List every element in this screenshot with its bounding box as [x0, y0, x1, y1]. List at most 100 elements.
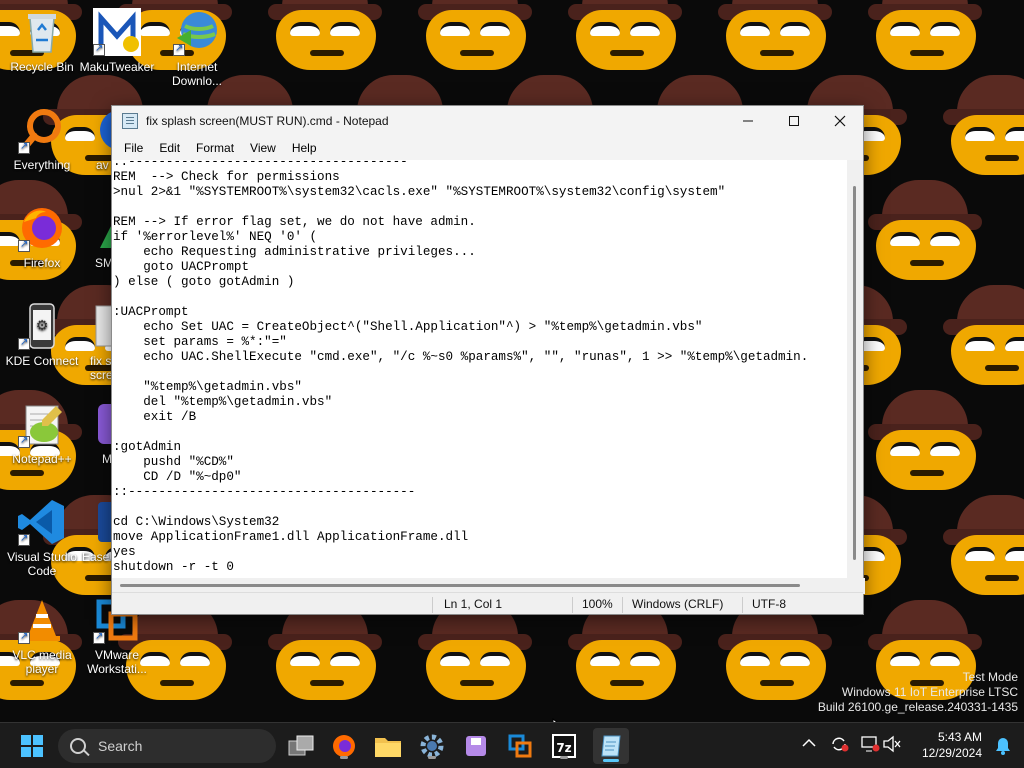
desktop-icon-vlc[interactable]: VLC media player	[0, 596, 84, 676]
close-icon	[834, 115, 846, 127]
desktop-icon-m[interactable]: M	[76, 400, 116, 466]
test-mode-watermark: Test Mode Windows 11 IoT Enterprise LTSC…	[818, 670, 1018, 715]
taskbar: Search 7z 5:43 AM 12/29/2024	[0, 722, 1024, 768]
sync-icon	[832, 737, 849, 752]
menu-file[interactable]: File	[116, 141, 151, 155]
app-icon	[466, 736, 486, 756]
desktop-icon-internet-download-manager[interactable]: Internet Downlo...	[155, 8, 239, 88]
svg-text:⚙: ⚙	[36, 318, 49, 334]
desktop-icon-label: Firefox	[23, 256, 61, 270]
wallpaper-face	[260, 0, 390, 70]
desktop-icon-recycle-bin[interactable]: Recycle Bin	[0, 8, 84, 74]
wallpaper-face	[935, 495, 1024, 595]
clock[interactable]: 5:43 AM 12/29/2024	[912, 729, 982, 761]
text-editor[interactable]: ::------------------------------------- …	[112, 160, 849, 578]
bell-icon	[996, 738, 1010, 755]
network-tray-button[interactable]	[860, 735, 880, 756]
makutweaker-icon	[93, 8, 141, 56]
desktop-icon-sm[interactable]: SM	[76, 204, 116, 270]
watermark-line: Test Mode	[962, 670, 1018, 684]
zoom-level: 100%	[582, 597, 613, 611]
magnifier-search-icon	[18, 106, 66, 154]
recycle-bin-icon	[18, 8, 66, 56]
desktop-icon-label: Everything	[13, 158, 71, 172]
internet-download-manager-icon	[173, 8, 221, 56]
encoding: UTF-8	[752, 597, 786, 611]
start-button[interactable]	[17, 731, 47, 761]
minimize-button[interactable]	[725, 106, 771, 136]
notepad-plus-plus-icon	[18, 400, 66, 448]
chevron-up-icon	[802, 738, 816, 747]
running-indicator	[428, 756, 436, 759]
taskbar-notepad[interactable]	[593, 728, 629, 764]
show-hidden-icons-button[interactable]	[802, 737, 816, 751]
desktop-icon-firefox[interactable]: Firefox	[0, 204, 84, 270]
status-divider	[742, 597, 743, 613]
desktop-icon-easeus[interactable]: EaseU PC	[76, 498, 116, 564]
title-bar[interactable]: fix splash screen(MUST RUN).cmd - Notepa…	[112, 106, 863, 136]
desktop-icon-label: MakuTweaker	[79, 60, 155, 74]
watermark-line: Build 26100.ge_release.240331-1435	[817, 700, 1018, 714]
vscode-icon	[18, 498, 66, 546]
close-button[interactable]	[817, 106, 863, 136]
desktop-icon-label: fix s scree	[90, 354, 116, 382]
search-placeholder: Search	[98, 738, 143, 754]
taskbar-app-purple[interactable]	[461, 731, 491, 761]
wallpaper-face	[860, 180, 990, 280]
vlc-cone-icon	[18, 596, 66, 644]
task-view-button[interactable]	[286, 731, 316, 761]
watermark-line: Windows 11 IoT Enterprise LTSC	[841, 685, 1018, 699]
desktop-icon-label: Internet Downlo...	[171, 60, 223, 88]
folder-icon	[375, 738, 401, 757]
taskbar-settings[interactable]	[417, 731, 447, 761]
status-bar: Ln 1, Col 1 100% Windows (CRLF) UTF-8	[112, 592, 863, 614]
desktop-icon-makutweaker[interactable]: MakuTweaker	[75, 8, 159, 74]
wallpaper-face	[410, 0, 540, 70]
windows-logo-icon	[21, 735, 43, 757]
notepad-window[interactable]: fix splash screen(MUST RUN).cmd - Notepa…	[111, 105, 865, 615]
menu-format[interactable]: Format	[188, 141, 242, 155]
menu-edit[interactable]: Edit	[151, 141, 188, 155]
desktop-icon-notepad-plus-plus[interactable]: Notepad++	[0, 400, 84, 466]
status-divider	[622, 597, 623, 613]
desktop-icon-label: Notepad++	[12, 452, 72, 466]
line-ending: Windows (CRLF)	[632, 597, 724, 611]
desktop-icon-label: Visual Studio Code	[7, 550, 77, 578]
phone-icon: ⚙	[18, 302, 66, 350]
vertical-scrollbar[interactable]	[847, 160, 863, 578]
sync-tray-button[interactable]	[830, 735, 850, 756]
svg-text:7z: 7z	[556, 741, 571, 755]
taskbar-file-explorer[interactable]	[373, 731, 403, 761]
maximize-button[interactable]	[771, 106, 817, 136]
taskbar-7zip[interactable]: 7z	[549, 731, 579, 761]
desktop-icon-visual-studio-code[interactable]: Visual Studio Code	[0, 498, 84, 578]
desktop-icon-label: M	[102, 452, 112, 466]
running-indicator	[340, 756, 348, 759]
notepad-icon	[601, 735, 621, 757]
scrollbar-thumb[interactable]	[853, 186, 856, 560]
taskbar-search[interactable]: Search	[58, 729, 276, 763]
desktop-icon-fix-splash-screen[interactable]: fix s scree	[76, 302, 116, 382]
volume-tray-button[interactable]	[882, 735, 902, 756]
notifications-button[interactable]	[994, 736, 1012, 759]
minimize-icon	[743, 120, 753, 122]
menu-help[interactable]: Help	[284, 141, 325, 155]
wallpaper-face	[410, 600, 540, 700]
desktop-icon-kde-connect[interactable]: ⚙ KDE Connect	[0, 302, 84, 368]
wallpaper-face	[935, 285, 1024, 385]
taskbar-firefox[interactable]	[329, 731, 359, 761]
wallpaper-face	[935, 75, 1024, 175]
network-icon	[861, 736, 880, 752]
task-view-icon	[288, 735, 314, 756]
desktop-icon-antivirus[interactable]: av Anti	[76, 106, 116, 172]
scrollbar-thumb[interactable]	[120, 584, 800, 587]
menu-view[interactable]: View	[242, 141, 284, 155]
taskbar-vmware[interactable]	[505, 731, 535, 761]
firefox-icon	[18, 204, 66, 252]
editor-content[interactable]: ::------------------------------------- …	[113, 160, 849, 575]
desktop-icon-label: SM	[95, 256, 113, 270]
wallpaper-face	[260, 600, 390, 700]
wallpaper-face	[560, 600, 690, 700]
desktop-icon-label: Recycle Bin	[10, 60, 74, 74]
desktop-icon-everything[interactable]: Everything	[0, 106, 84, 172]
